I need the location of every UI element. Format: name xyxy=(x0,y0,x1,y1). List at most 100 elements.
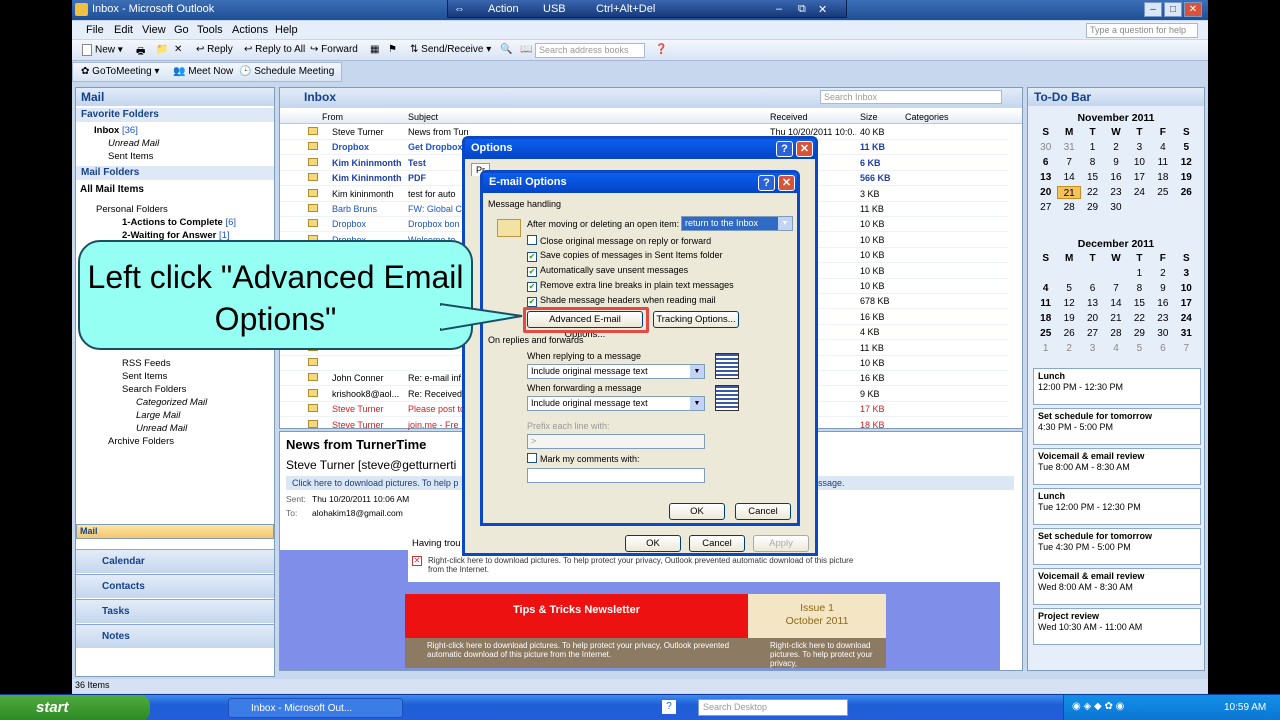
menu-edit[interactable]: Edit xyxy=(114,24,133,36)
calendar-day[interactable]: 3 xyxy=(1175,267,1198,280)
nav-calendar-button[interactable]: Calendar xyxy=(76,549,274,573)
col-categories[interactable]: Categories xyxy=(905,112,949,122)
new-button[interactable]: New ▾ xyxy=(82,44,123,56)
calendar-day[interactable]: 30 xyxy=(1104,201,1127,214)
move-folder-icon[interactable]: 📁 xyxy=(156,44,168,55)
calendar-day[interactable]: 1 xyxy=(1128,267,1151,280)
calendar-day[interactable]: 7 xyxy=(1104,282,1127,295)
calendar-day[interactable] xyxy=(1128,201,1151,214)
fav-unread-mail[interactable]: Unread Mail xyxy=(108,138,159,149)
appointment[interactable]: Lunch 12:00 PM - 12:30 PM xyxy=(1033,368,1201,405)
fav-sent-items[interactable]: Sent Items xyxy=(108,151,153,162)
calendar-day[interactable] xyxy=(1175,201,1198,214)
close-button[interactable]: ✕ xyxy=(1184,2,1202,17)
delete-icon[interactable]: ✕ xyxy=(174,44,182,55)
calendar-day[interactable]: 6 xyxy=(1034,156,1057,169)
help-search-icon[interactable]: ? xyxy=(662,700,676,714)
folder-rss[interactable]: RSS Feeds xyxy=(122,358,171,369)
email-options-help-button[interactable]: ? xyxy=(758,175,775,191)
menu-file[interactable]: File xyxy=(86,24,104,36)
folder-search[interactable]: Search Folders xyxy=(122,384,186,395)
mark-comments-input[interactable] xyxy=(527,468,705,483)
all-mail-items-dropdown[interactable]: All Mail Items xyxy=(80,184,144,195)
option-checkbox[interactable]: Close original message on reply or forwa… xyxy=(527,235,711,246)
calendar-day[interactable] xyxy=(1034,267,1057,280)
search-address-books-input[interactable]: Search address books xyxy=(535,43,645,58)
calendar-day[interactable] xyxy=(1057,267,1080,280)
calendar-day[interactable]: 4 xyxy=(1151,141,1174,154)
start-button[interactable]: start xyxy=(0,695,150,720)
desktop-search-input[interactable]: Search Desktop xyxy=(698,699,848,716)
menu-actions[interactable]: Actions xyxy=(232,24,268,36)
folder-large[interactable]: Large Mail xyxy=(136,410,180,421)
forward-select[interactable]: Include original message text ▼ xyxy=(527,396,705,411)
gotomeeting-button[interactable]: ✿ GoToMeeting ▾ xyxy=(81,66,159,77)
fav-inbox[interactable]: Inbox [36] xyxy=(94,125,138,136)
vm-cad-button[interactable]: Ctrl+Alt+Del xyxy=(596,3,655,15)
calendar-day[interactable]: 7 xyxy=(1175,342,1198,355)
menu-help[interactable]: Help xyxy=(275,24,298,36)
calendar-day[interactable]: 5 xyxy=(1175,141,1198,154)
calendar-day[interactable]: 21 xyxy=(1104,312,1127,325)
calendar-day[interactable]: 25 xyxy=(1034,327,1057,340)
favorite-folders-header[interactable]: Favorite Folders xyxy=(76,108,274,122)
tracking-options-button[interactable]: Tracking Options... xyxy=(653,311,739,328)
calendar-day[interactable]: 25 xyxy=(1151,186,1174,199)
calendar-day[interactable]: 24 xyxy=(1175,312,1198,325)
calendar-day[interactable]: 16 xyxy=(1151,297,1174,310)
calendar-day[interactable]: 3 xyxy=(1081,342,1104,355)
calendar-day[interactable] xyxy=(1104,267,1127,280)
calendar-day[interactable]: 17 xyxy=(1128,171,1151,184)
appointment[interactable]: Lunch Tue 12:00 PM - 12:30 PM xyxy=(1033,488,1201,525)
email-options-close-button[interactable]: ✕ xyxy=(778,175,795,191)
options-cancel-button[interactable]: Cancel xyxy=(689,535,745,552)
search-inbox-input[interactable]: Search Inbox xyxy=(820,90,1002,104)
address-book-icon[interactable]: 📖 xyxy=(520,44,532,55)
appointment[interactable]: Project review Wed 10:30 AM - 11:00 AM xyxy=(1033,608,1201,645)
calendar-day[interactable]: 3 xyxy=(1128,141,1151,154)
calendar-day[interactable]: 23 xyxy=(1104,186,1127,199)
calendar-day[interactable]: 5 xyxy=(1128,342,1151,355)
vm-close-icon[interactable]: ✕ xyxy=(818,3,827,16)
calendar-day[interactable]: 9 xyxy=(1151,282,1174,295)
menu-view[interactable]: View xyxy=(142,24,166,36)
ask-question-input[interactable]: Type a question for help xyxy=(1086,23,1198,38)
options-apply-button[interactable]: Apply xyxy=(753,535,809,552)
calendar-day[interactable]: 27 xyxy=(1081,327,1104,340)
email-cancel-button[interactable]: Cancel xyxy=(735,503,791,520)
calendar-day[interactable]: 10 xyxy=(1128,156,1151,169)
categorize-icon[interactable]: ▦ xyxy=(370,44,379,55)
calendar-day[interactable]: 16 xyxy=(1104,171,1127,184)
flag-icon[interactable]: ⚑ xyxy=(388,44,397,55)
folder-unread[interactable]: Unread Mail xyxy=(136,423,187,434)
mail-folders-header[interactable]: Mail Folders xyxy=(76,166,274,180)
download-pictures-infobar[interactable]: Click here to download pictures. To help… xyxy=(286,476,464,490)
calendar-day[interactable]: 15 xyxy=(1128,297,1151,310)
calendar-day[interactable]: 26 xyxy=(1175,186,1198,199)
schedule-meeting-button[interactable]: 🕒 Schedule Meeting xyxy=(239,66,334,77)
calendar-day[interactable]: 4 xyxy=(1104,342,1127,355)
calendar-day[interactable]: 18 xyxy=(1034,312,1057,325)
folder-archive[interactable]: Archive Folders xyxy=(108,436,174,447)
nav-mail-button[interactable]: Mail xyxy=(76,524,274,539)
folder-sent[interactable]: Sent Items xyxy=(122,371,167,382)
calendar-day[interactable]: 8 xyxy=(1081,156,1104,169)
help-icon[interactable]: ❓ xyxy=(655,44,667,55)
calendar-day[interactable]: 14 xyxy=(1104,297,1127,310)
calendar-day[interactable]: 12 xyxy=(1175,156,1198,169)
calendar-day[interactable]: 26 xyxy=(1057,327,1080,340)
rc-note-2[interactable]: Right-click here to download pictures. T… xyxy=(748,638,886,668)
vm-action-menu[interactable]: Action xyxy=(488,3,519,15)
calendar-day[interactable]: 18 xyxy=(1151,171,1174,184)
calendar-day[interactable]: 2 xyxy=(1104,141,1127,154)
calendar-day[interactable]: 11 xyxy=(1151,156,1174,169)
calendar-day[interactable]: 13 xyxy=(1034,171,1057,184)
col-size[interactable]: Size xyxy=(860,112,878,122)
calendar-day[interactable]: 2 xyxy=(1151,267,1174,280)
calendar-day[interactable]: 24 xyxy=(1128,186,1151,199)
menu-go[interactable]: Go xyxy=(174,24,189,36)
option-checkbox[interactable]: ✔ Remove extra line breaks in plain text … xyxy=(527,280,734,292)
folder-personal[interactable]: Personal Folders xyxy=(96,204,168,215)
calendar-day[interactable]: 20 xyxy=(1081,312,1104,325)
menu-tools[interactable]: Tools xyxy=(197,24,223,36)
